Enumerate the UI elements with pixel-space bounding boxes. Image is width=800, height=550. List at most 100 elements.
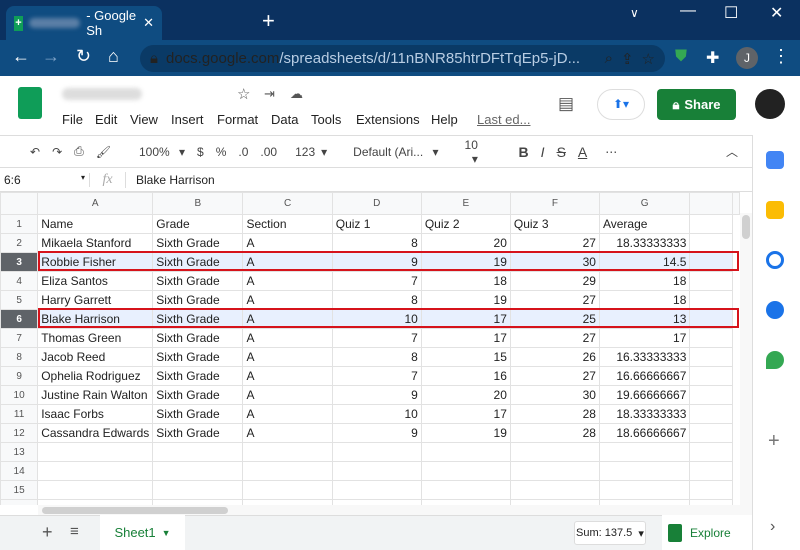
close-tab-icon[interactable]: ✕: [143, 15, 154, 31]
name-box[interactable]: 6:6 ▾: [0, 172, 90, 187]
cell[interactable]: [689, 366, 733, 386]
font-size-select[interactable]: 10 ▾: [453, 138, 513, 166]
collapse-toolbar-icon[interactable]: ︿: [720, 143, 744, 160]
cell[interactable]: Harry Garrett: [37, 290, 154, 310]
cell[interactable]: [689, 461, 733, 481]
cell[interactable]: 9: [331, 423, 422, 443]
cell[interactable]: 18.33333333: [598, 404, 691, 424]
cell[interactable]: [331, 480, 422, 500]
row-header[interactable]: 6: [0, 309, 39, 329]
cell[interactable]: [509, 442, 600, 462]
redo-icon[interactable]: ↷: [46, 145, 68, 159]
paint-format-icon[interactable]: 🖌︎: [90, 145, 117, 159]
text-color-button[interactable]: A: [572, 144, 593, 160]
cell[interactable]: [689, 290, 733, 310]
cell[interactable]: Thomas Green: [37, 328, 154, 348]
cell[interactable]: 27: [509, 233, 600, 253]
cell[interactable]: Sixth Grade: [152, 366, 244, 386]
cell[interactable]: 19.66666667: [598, 385, 691, 405]
italic-button[interactable]: I: [535, 144, 551, 160]
row-header[interactable]: 2: [0, 233, 39, 253]
cell[interactable]: Sixth Grade: [152, 233, 244, 253]
column-header[interactable]: B: [152, 192, 244, 215]
cell[interactable]: 27: [509, 290, 600, 310]
cell[interactable]: A: [242, 233, 333, 253]
cell[interactable]: 20: [420, 233, 511, 253]
menu-file[interactable]: File: [62, 112, 83, 127]
sheets-logo-icon[interactable]: [18, 87, 42, 119]
row-header[interactable]: 11: [0, 404, 39, 424]
cell[interactable]: 8: [331, 290, 422, 310]
column-header[interactable]: G: [598, 192, 691, 215]
cell[interactable]: 18.66666667: [598, 423, 691, 443]
cell[interactable]: Average: [598, 214, 691, 234]
cell[interactable]: 8: [331, 347, 422, 367]
keep-icon[interactable]: [766, 201, 784, 219]
cell[interactable]: [689, 214, 733, 234]
tab-search-icon[interactable]: ∨: [630, 6, 639, 20]
cell[interactable]: [509, 461, 600, 481]
cell[interactable]: 18: [598, 290, 691, 310]
cell[interactable]: 18: [420, 271, 511, 291]
cell[interactable]: 16.33333333: [598, 347, 691, 367]
share-button[interactable]: 🔒︎ Share: [657, 89, 736, 120]
menu-data[interactable]: Data: [271, 112, 298, 127]
add-addon-icon[interactable]: +: [768, 430, 780, 453]
menu-view[interactable]: View: [130, 112, 158, 127]
print-icon[interactable]: ⎙: [68, 144, 90, 159]
cell[interactable]: [689, 404, 733, 424]
extension-shield-icon[interactable]: ⛊: [675, 48, 687, 66]
cell[interactable]: 28: [509, 423, 600, 443]
cell[interactable]: Grade: [152, 214, 244, 234]
decrease-decimal-button[interactable]: .0: [232, 145, 254, 159]
cell[interactable]: 7: [331, 366, 422, 386]
zoom-select[interactable]: 100% ▾: [127, 145, 191, 159]
cell[interactable]: 19: [420, 290, 511, 310]
cell[interactable]: [689, 423, 733, 443]
cell[interactable]: 10: [331, 404, 422, 424]
cell[interactable]: 19: [420, 423, 511, 443]
sheet-tab[interactable]: Sheet1 ▼: [100, 515, 185, 550]
sum-dropdown[interactable]: Sum: 137.5 ▾: [574, 521, 646, 545]
cell[interactable]: [689, 271, 733, 291]
cell[interactable]: 17: [420, 328, 511, 348]
vertical-scrollbar[interactable]: [740, 213, 752, 505]
cell[interactable]: 15: [420, 347, 511, 367]
cell[interactable]: Sixth Grade: [152, 290, 244, 310]
select-all-corner[interactable]: [0, 192, 39, 215]
column-header[interactable]: D: [331, 192, 422, 215]
last-edit-link[interactable]: Last ed...: [477, 112, 530, 127]
cell[interactable]: [689, 347, 733, 367]
row-header[interactable]: 13: [0, 442, 39, 462]
row-header[interactable]: 5: [0, 290, 39, 310]
cell[interactable]: Sixth Grade: [152, 347, 244, 367]
currency-button[interactable]: $: [191, 145, 210, 159]
cell[interactable]: Jacob Reed: [37, 347, 154, 367]
tasks-icon[interactable]: [766, 251, 784, 269]
row-header[interactable]: 16: [0, 499, 39, 505]
cell[interactable]: 26: [509, 347, 600, 367]
increase-decimal-button[interactable]: .00: [254, 145, 283, 159]
cell[interactable]: Justine Rain Walton: [37, 385, 154, 405]
cell[interactable]: 18: [598, 271, 691, 291]
menu-edit[interactable]: Edit: [95, 112, 117, 127]
cell[interactable]: Sixth Grade: [152, 404, 244, 424]
zoom-icon[interactable]: ⌕: [605, 50, 613, 67]
strikethrough-button[interactable]: S: [551, 144, 572, 160]
cell[interactable]: 9: [331, 385, 422, 405]
cell[interactable]: A: [242, 290, 333, 310]
cell[interactable]: 8: [331, 233, 422, 253]
menu-format[interactable]: Format: [217, 112, 258, 127]
expand-panel-icon[interactable]: ›: [770, 518, 775, 536]
column-header[interactable]: E: [420, 192, 511, 215]
font-select[interactable]: Default (Ari... ▾: [341, 145, 444, 159]
cell[interactable]: [331, 461, 422, 481]
cell[interactable]: A: [242, 347, 333, 367]
row-header[interactable]: 8: [0, 347, 39, 367]
cloud-status-icon[interactable]: ☁: [290, 86, 303, 102]
more-button[interactable]: ⋯: [599, 145, 623, 159]
menu-help[interactable]: Help: [431, 112, 458, 127]
cell[interactable]: A: [242, 385, 333, 405]
cell[interactable]: [689, 233, 733, 253]
cell[interactable]: A: [242, 328, 333, 348]
